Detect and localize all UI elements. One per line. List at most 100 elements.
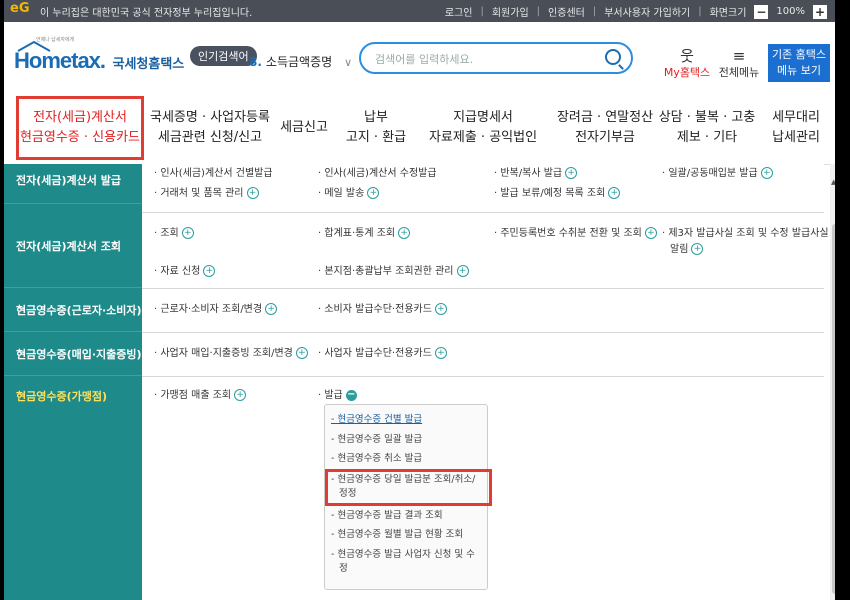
rank-term: 소득금액증명 [265, 55, 333, 69]
zoom-out-button[interactable]: − [754, 4, 769, 19]
nav-incentive-yearend[interactable]: 장려금 · 연말정산 전자기부금 [550, 92, 660, 164]
menu-link[interactable]: · 제3자 발급사실 조회 및 수정 발급사실 [662, 226, 829, 242]
menu-link-text: · 사업자 매입·지출증빙 조회/변경 [154, 348, 293, 359]
egov-logo: eG [10, 1, 30, 16]
nav-tax-filing[interactable]: 세금신고 [276, 92, 332, 164]
menu-link[interactable]: · 인사(세금)계산서 수정발급 [318, 166, 437, 182]
menu-link-text: · 조회 [154, 228, 179, 239]
expand-icon[interactable]: + [608, 187, 621, 199]
classic-menu-line1: 기존 홈택스 [771, 48, 827, 61]
menu-link-text: · 사업자 발급수단·전용카드 [318, 348, 432, 359]
highlight-box [325, 469, 492, 506]
logo-korean: 국세청홈택스 [112, 56, 185, 71]
nav-label-2: 세금관련 신청/신고 [157, 130, 263, 145]
menu-link[interactable]: · 메일 발송 + [318, 186, 380, 202]
expand-icon[interactable]: + [456, 265, 469, 277]
expand-icon[interactable]: + [565, 167, 578, 179]
menu-link[interactable]: · 인사(세금)계산서 건별발급 [154, 166, 273, 182]
hamburger-icon: ≡ [732, 47, 746, 65]
dept-user-link[interactable]: 부서사용자 가입하기 [604, 4, 690, 19]
expand-icon[interactable]: + [265, 303, 278, 315]
sidebar-item-cashreceipt-merchant[interactable]: 현금영수증(가맹점) [4, 376, 142, 416]
menu-link-text: · 본지점·총괄납부 조회권한 관리 [318, 266, 454, 277]
expand-icon[interactable]: + [295, 347, 308, 359]
expand-icon[interactable]: + [760, 167, 773, 179]
menu-link[interactable]: · 조회 + [154, 226, 194, 242]
expand-icon[interactable]: + [434, 347, 447, 359]
submenu-item[interactable]: - 현금영수증 건별 발급 [331, 413, 422, 427]
menu-link[interactable]: · 근로자·소비자 조회/변경 + [154, 302, 278, 318]
expand-icon[interactable]: + [181, 227, 194, 239]
menu-link[interactable]: · 일괄/공동매입분 발급 + [662, 166, 773, 182]
nav-payment-statements[interactable]: 지급명세서 자료제출 · 공익법인 [424, 92, 542, 164]
classic-menu-button[interactable]: 기존 홈택스 메뉴 보기 [768, 44, 830, 82]
menu-link[interactable]: · 사업자 발급수단·전용카드 + [318, 346, 447, 362]
nav-certificates[interactable]: 국세증명 · 사업자등록 세금관련 신청/신고 [150, 92, 270, 164]
divider: | [536, 6, 541, 17]
nav-einvoice-cashreceipt[interactable]: 전자(세금)계산서 현금영수증 · 신용카드 [16, 96, 144, 160]
login-link[interactable]: 로그인 [445, 4, 473, 19]
sidebar-item-einvoice-issue[interactable]: 전자(세금)계산서 발급 [4, 156, 142, 204]
menu-link[interactable]: · 사업자 매입·지출증빙 조회/변경 + [154, 346, 308, 362]
cert-center-link[interactable]: 인증센터 [548, 4, 585, 19]
collapse-icon[interactable]: − [345, 389, 357, 401]
expand-icon[interactable]: + [203, 265, 216, 277]
my-hometax-label: My홈택스 [663, 66, 711, 79]
all-menu-button[interactable]: ≡ 전체메뉴 [714, 48, 764, 80]
sidebar-item-cashreceipt-purchase[interactable]: 현금영수증(매입·지출증빙) [4, 332, 142, 376]
top-bar: eG 이 누리집은 대한민국 공식 전자정부 누리집입니다. 로그인 | 회원가입… [4, 0, 835, 22]
scroll-up-icon[interactable]: ▲ [831, 178, 835, 186]
menu-link-issue[interactable]: · 발급 − [318, 388, 357, 404]
expand-icon[interactable]: + [234, 389, 247, 401]
submenu-item[interactable]: - 현금영수증 취소 발급 [331, 452, 422, 466]
sidebar-item-cashreceipt-consumer[interactable]: 현금영수증(근로자·소비자) [4, 288, 142, 332]
menu-link[interactable]: · 합계표·통계 조회 + [318, 226, 411, 242]
nav-label-2: 고지 · 환급 [345, 130, 407, 145]
submenu-item[interactable]: - 현금영수증 발급 결과 조회 [331, 509, 443, 523]
scrollbar-thumb[interactable] [832, 224, 835, 594]
expand-icon[interactable]: + [367, 187, 380, 199]
submenu-item-cont[interactable]: 정 [339, 562, 348, 576]
popular-search-ticker[interactable]: 8. 소득금액증명 ∨ [249, 53, 352, 70]
nav-payment[interactable]: 납부 고지 · 환급 [346, 92, 406, 164]
menu-link[interactable]: 알림 + [670, 242, 704, 258]
nav-label-2: 납세관리 [772, 130, 820, 145]
submenu-item[interactable]: - 현금영수증 월별 발급 현황 조회 [331, 528, 463, 542]
my-hometax-button[interactable]: 웃 My홈택스 [662, 48, 712, 80]
menu-link[interactable]: · 자료 신청 + [154, 264, 216, 280]
divider [142, 332, 824, 333]
zoom-in-button[interactable]: + [813, 4, 827, 19]
nav-tax-agent[interactable]: 세무대리 납세관리 [762, 92, 830, 164]
submenu-item[interactable]: - 현금영수증 발급 사업자 신청 및 수 [331, 548, 475, 562]
search-input[interactable] [373, 50, 597, 68]
expand-icon[interactable]: + [644, 227, 657, 239]
divider: | [592, 6, 597, 17]
submenu-item[interactable]: - 현금영수증 일괄 발급 [331, 433, 422, 447]
scrollbar[interactable]: ▲ [830, 164, 835, 600]
nav-label-1: 세무대리 [772, 110, 820, 125]
chevron-down-icon[interactable]: ∨ [344, 56, 352, 69]
expand-icon[interactable]: + [434, 303, 447, 315]
top-links: 로그인 | 회원가입 | 인증센터 | 부서사용자 가입하기 | 화면크기 − 100%… [445, 4, 827, 19]
search-icon[interactable] [605, 49, 621, 65]
sidebar-item-einvoice-inquiry[interactable]: 전자(세금)계산서 조회 [4, 204, 142, 288]
signup-link[interactable]: 회원가입 [492, 4, 529, 19]
menu-link[interactable]: · 거래처 및 품목 관리 + [154, 186, 259, 202]
menu-link[interactable]: · 소비자 발급수단·전용카드 + [318, 302, 447, 318]
expand-icon[interactable]: + [691, 243, 704, 255]
menu-link[interactable]: · 반복/복사 발급 + [494, 166, 578, 182]
menu-link[interactable]: · 가맹점 매출 조회 + [154, 388, 247, 404]
expand-icon[interactable]: + [246, 187, 259, 199]
menu-link[interactable]: · 주민등록번호 수취분 전환 및 조회 + [494, 226, 657, 242]
nav-label-1: 국세증명 · 사업자등록 [149, 110, 271, 125]
nav-consult-appeal[interactable]: 상담 · 불복 · 고충 제보 · 기타 [659, 92, 756, 164]
sidebar-item-label: 전자(세금)계산서 조회 [16, 239, 121, 253]
hometax-logo[interactable]: 언제나 납세자에게 Hometax. 국세청홈택스 [14, 37, 185, 74]
menu-link[interactable]: · 발급 보류/예정 목록 조회 + [494, 186, 621, 202]
screen-size-label: 화면크기 [709, 8, 747, 19]
gov-notice: 이 누리집은 대한민국 공식 전자정부 누리집입니다. [40, 8, 253, 19]
nav-label-2: 전자기부금 [575, 130, 635, 145]
nav-label-2: 자료제출 · 공익법인 [428, 130, 538, 145]
expand-icon[interactable]: + [398, 227, 411, 239]
menu-link[interactable]: · 본지점·총괄납부 조회권한 관리 + [318, 264, 469, 280]
